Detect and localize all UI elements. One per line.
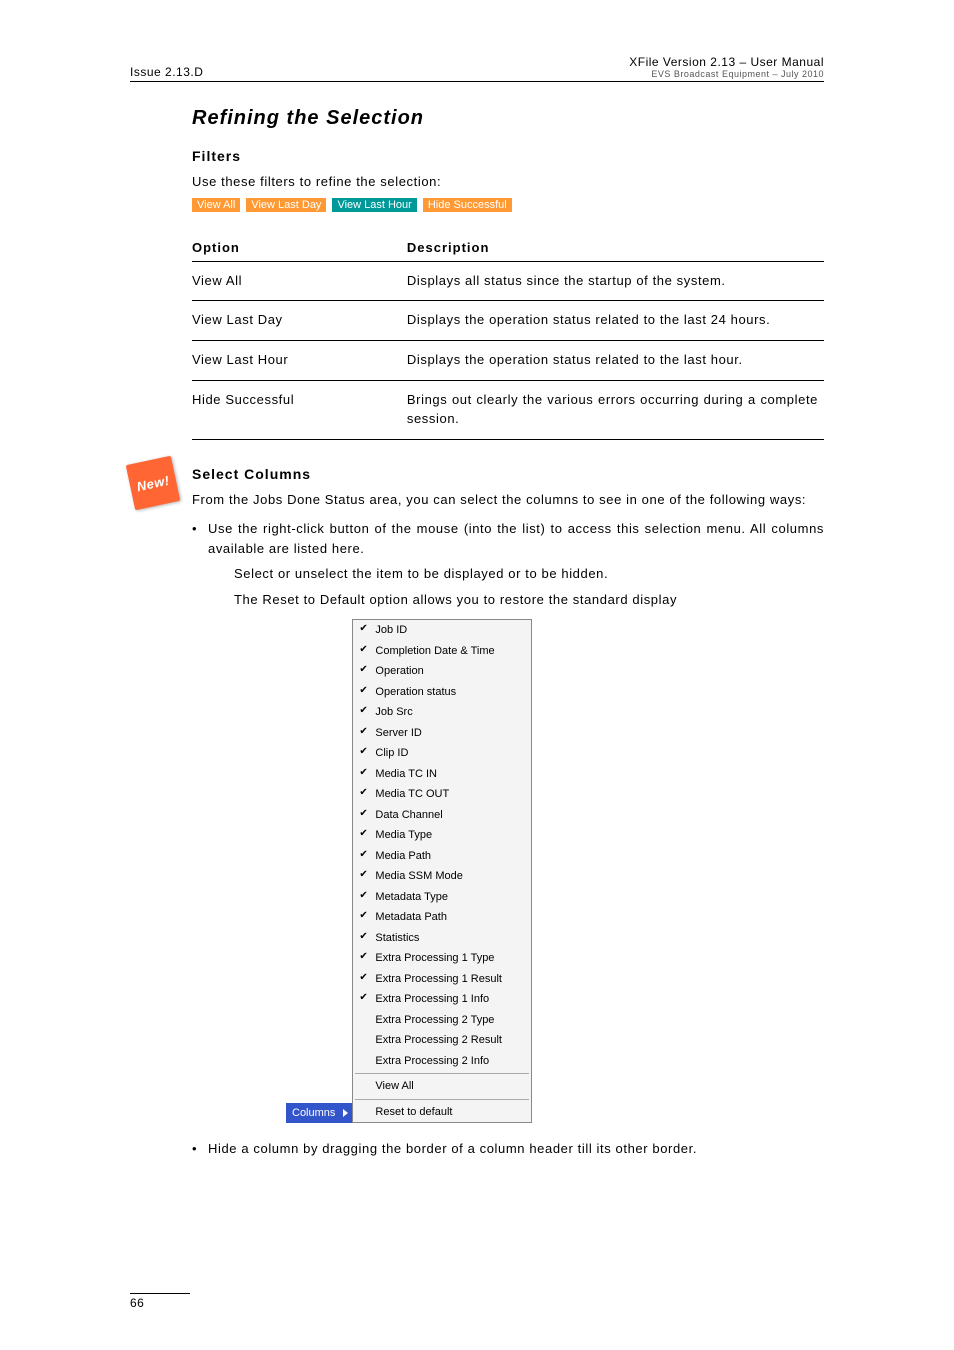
menu-item[interactable]: Extra Processing 2 Result	[353, 1030, 531, 1051]
menu-item[interactable]: Metadata Path	[353, 907, 531, 928]
cell-description: Displays all status since the startup of…	[407, 261, 824, 301]
menu-item-view-all[interactable]: View All	[353, 1076, 531, 1097]
filter-btn-view-all[interactable]: View All	[192, 198, 240, 212]
menu-item[interactable]: Job Src	[353, 702, 531, 723]
header-right-sub: EVS Broadcast Equipment – July 2010	[629, 69, 824, 79]
menu-item[interactable]: Operation status	[353, 682, 531, 703]
table-row: Hide Successful Brings out clearly the v…	[192, 381, 824, 440]
page-number: 66	[130, 1293, 190, 1310]
columns-button-label: Columns	[292, 1105, 335, 1122]
cell-option: Hide Successful	[192, 381, 407, 440]
cell-option: View All	[192, 261, 407, 301]
header-left: Issue 2.13.D	[130, 65, 203, 79]
menu-item[interactable]: Job ID	[353, 620, 531, 641]
section-title: Refining the Selection	[192, 107, 824, 130]
select-columns-heading: Select Columns	[192, 466, 824, 482]
filters-heading: Filters	[192, 148, 824, 164]
menu-item[interactable]: Extra Processing 2 Type	[353, 1010, 531, 1031]
filter-buttons: View All View Last Day View Last Hour Hi…	[192, 198, 824, 212]
bullet-text: Use the right-click button of the mouse …	[208, 521, 824, 556]
cell-description: Brings out clearly the various errors oc…	[407, 381, 824, 440]
menu-item[interactable]: Media Type	[353, 825, 531, 846]
menu-item[interactable]: Metadata Type	[353, 887, 531, 908]
filter-btn-view-last-day[interactable]: View Last Day	[246, 198, 326, 212]
table-row: View All Displays all status since the s…	[192, 261, 824, 301]
menu-item[interactable]: Media SSM Mode	[353, 866, 531, 887]
bullet-item: Use the right-click button of the mouse …	[192, 519, 824, 1123]
filters-intro: Use these filters to refine the selectio…	[192, 172, 824, 192]
filter-btn-hide-successful[interactable]: Hide Successful	[423, 198, 512, 212]
sub-text: Select or unselect the item to be displa…	[234, 564, 824, 584]
menu-item[interactable]: Extra Processing 1 Type	[353, 948, 531, 969]
menu-item[interactable]: Extra Processing 1 Info	[353, 989, 531, 1010]
menu-item[interactable]: Operation	[353, 661, 531, 682]
table-row: View Last Day Displays the operation sta…	[192, 301, 824, 341]
menu-item[interactable]: Media TC OUT	[353, 784, 531, 805]
menu-item[interactable]: Media Path	[353, 846, 531, 867]
new-badge: New!	[126, 455, 181, 510]
options-table: Option Description View All Displays all…	[192, 234, 824, 440]
header-right-main: XFile Version 2.13 – User Manual	[629, 55, 824, 69]
arrow-right-icon	[343, 1109, 348, 1117]
table-row: View Last Hour Displays the operation st…	[192, 341, 824, 381]
bullet-item: Hide a column by dragging the border of …	[192, 1139, 824, 1159]
th-option: Option	[192, 234, 407, 262]
menu-item[interactable]: Server ID	[353, 723, 531, 744]
bullet-text: Hide a column by dragging the border of …	[208, 1141, 697, 1156]
cell-description: Displays the operation status related to…	[407, 341, 824, 381]
select-columns-intro: From the Jobs Done Status area, you can …	[192, 490, 824, 510]
th-description: Description	[407, 234, 824, 262]
menu-item[interactable]: Media TC IN	[353, 764, 531, 785]
page-header: Issue 2.13.D XFile Version 2.13 – User M…	[130, 55, 824, 82]
columns-context-menu: Job IDCompletion Date & TimeOperationOpe…	[352, 619, 532, 1123]
columns-button[interactable]: Columns	[286, 1103, 352, 1124]
menu-item-reset[interactable]: Reset to default	[353, 1102, 531, 1123]
menu-item[interactable]: Extra Processing 1 Result	[353, 969, 531, 990]
sub-text: The Reset to Default option allows you t…	[234, 590, 824, 610]
cell-option: View Last Day	[192, 301, 407, 341]
menu-item[interactable]: Completion Date & Time	[353, 641, 531, 662]
menu-item[interactable]: Clip ID	[353, 743, 531, 764]
menu-item[interactable]: Statistics	[353, 928, 531, 949]
menu-item[interactable]: Extra Processing 2 Info	[353, 1051, 531, 1072]
cell-description: Displays the operation status related to…	[407, 301, 824, 341]
menu-item[interactable]: Data Channel	[353, 805, 531, 826]
filter-btn-view-last-hour[interactable]: View Last Hour	[332, 198, 416, 212]
cell-option: View Last Hour	[192, 341, 407, 381]
